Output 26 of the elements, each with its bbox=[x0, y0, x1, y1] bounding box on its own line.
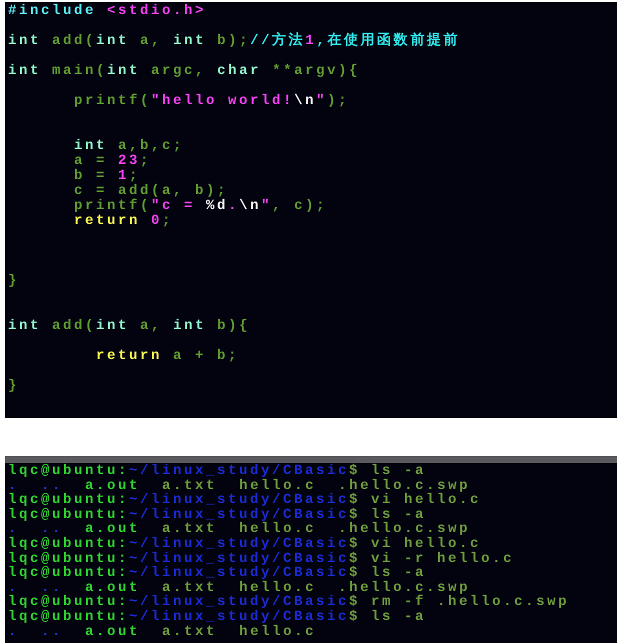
code-line: int a,b,c; bbox=[73, 139, 184, 154]
file-listing: . .. a.out a.txt hello.c .hello.c.swp bbox=[8, 522, 470, 537]
prompt-line: lqc@ubuntu:~/linux_study/CBasic$ vi hello.c bbox=[8, 536, 482, 552]
prompt-line: lqc@ubuntu:~/linux_study/CBasic$ vi -r hello.c bbox=[8, 552, 514, 566]
code-line: } bbox=[8, 379, 20, 394]
code-line: a = 23; bbox=[73, 154, 152, 169]
prompt-line: lqc@ubuntu:~/linux_study/CBasic$ ls -a bbox=[8, 508, 426, 522]
prompt-line: lqc@ubuntu:~/linux_study/CBasic$ ls -a bbox=[8, 566, 426, 581]
code-line: printf("hello world!\n"); bbox=[73, 94, 350, 109]
prompt-line: lqc@ubuntu:~/linux_study/CBasic$ vi hello.c bbox=[8, 493, 482, 508]
file-listing: . .. a.out a.txt hello.c .hello.c.swp bbox=[8, 580, 470, 596]
file-listing: . .. a.out a.txt hello.c .hello.c.swp bbox=[8, 478, 470, 494]
code-line: int add(int a, int b){ bbox=[8, 319, 250, 334]
code-line: printf("c = %d.\n", c); bbox=[73, 199, 328, 214]
code-line: return a + b; bbox=[95, 349, 240, 364]
code-line: c = add(a, b); bbox=[73, 184, 228, 199]
prompt-line: lqc@ubuntu:~/linux_study/CBasic$ ls -a bbox=[8, 610, 426, 625]
code-line: int add(int a, int b);//方法 1,在使用函数前提前 bbox=[8, 34, 460, 49]
code-line: b = 1; bbox=[73, 169, 140, 184]
code-line: return 0; bbox=[73, 214, 174, 229]
prompt-line: lqc@ubuntu:~/linux_study/CBasic$ rm -f .hello.c.swp bbox=[8, 595, 570, 610]
file-listing: . .. a.out a.txt hello.c bbox=[8, 624, 316, 640]
code-line: int main(int argc, char **argv){ bbox=[8, 64, 360, 79]
code-line: } bbox=[8, 274, 20, 289]
code-line: #include <stdio.h> bbox=[8, 4, 206, 19]
prompt-line: lqc@ubuntu:~/linux_study/CBasic$ ls -a bbox=[8, 464, 426, 479]
